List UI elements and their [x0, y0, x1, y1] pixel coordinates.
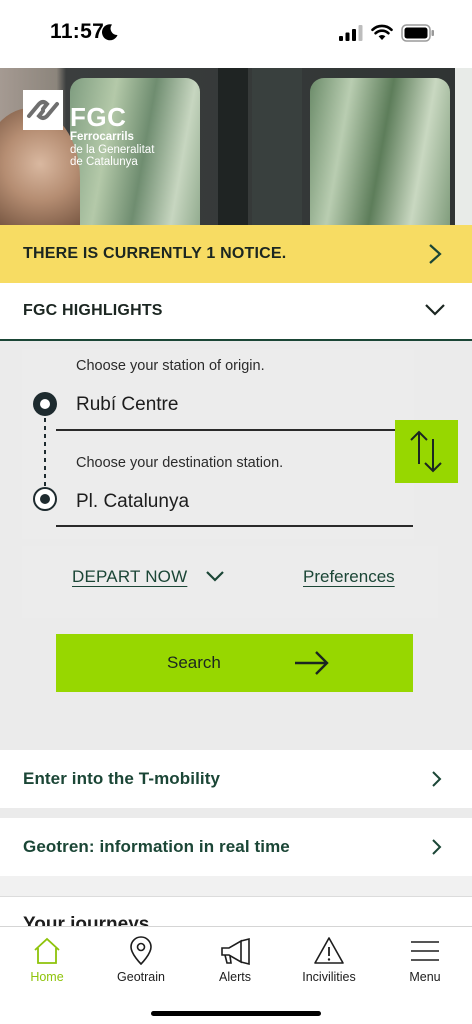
wifi-icon — [371, 24, 393, 40]
home-icon — [34, 937, 60, 964]
divider — [0, 896, 472, 897]
search-button[interactable]: Search — [56, 634, 413, 692]
tab-geotrain[interactable]: Geotrain — [94, 927, 188, 997]
search-button-label: Search — [167, 653, 221, 672]
chevron-down-icon[interactable] — [205, 570, 225, 582]
notice-text: THERE IS CURRENTLY 1 NOTICE. — [23, 245, 287, 262]
section-gap — [0, 876, 472, 896]
hero-banner: FGC Ferrocarrils de la Generalitat de Ca… — [0, 68, 472, 225]
logo-subtitle: Ferrocarrils de la Generalitat de Catalu… — [70, 131, 154, 169]
swap-stations-button[interactable] — [395, 420, 458, 483]
chevron-right-icon — [429, 244, 442, 264]
highlights-toggle[interactable]: FGC HIGHLIGHTS — [0, 283, 472, 341]
tab-home[interactable]: Home — [0, 927, 94, 997]
destination-input[interactable]: Pl. Catalunya — [76, 491, 189, 513]
logo-line1: Ferrocarrils — [70, 131, 134, 143]
battery-icon — [401, 24, 434, 42]
hamburger-icon — [411, 941, 439, 961]
origin-underline — [56, 429, 413, 431]
chevron-down-icon — [425, 304, 445, 316]
chevron-right-icon — [432, 771, 442, 787]
window-frame — [218, 68, 248, 225]
logo-line3: de Catalunya — [70, 156, 138, 168]
destination-underline — [56, 525, 413, 527]
cellular-signal-icon — [339, 25, 363, 41]
notice-banner[interactable]: THERE IS CURRENTLY 1 NOTICE. — [0, 225, 472, 283]
swap-arrows-icon — [410, 430, 442, 473]
logo-line2: de la Generalitat — [70, 143, 155, 156]
train-window-right — [310, 78, 450, 225]
tmobility-label: Enter into the T-mobility — [23, 769, 221, 788]
geotren-label: Geotren: information in real time — [23, 837, 290, 856]
window-frame — [455, 68, 472, 225]
depart-now-dropdown[interactable]: DEPART NOW — [72, 567, 187, 587]
tab-incivilities[interactable]: Incivilities — [282, 927, 376, 997]
origin-label: Choose your station of origin. — [76, 358, 265, 374]
tab-alerts-label: Alerts — [219, 970, 251, 984]
chevron-right-icon — [432, 839, 442, 855]
moon-icon — [101, 24, 118, 41]
geotren-link[interactable]: Geotren: information in real time — [0, 818, 472, 876]
route-connector — [44, 418, 46, 486]
tab-geotrain-label: Geotrain — [117, 970, 165, 984]
tab-menu-label: Menu — [409, 970, 441, 984]
home-indicator — [151, 1011, 321, 1016]
destination-label: Choose your destination station. — [76, 455, 284, 471]
tab-incivilities-label: Incivilities — [302, 970, 356, 984]
tab-home-label: Home — [30, 970, 64, 984]
status-time: 11:57 — [50, 20, 105, 43]
tmobility-link[interactable]: Enter into the T-mobility — [0, 750, 472, 808]
fgc-logo-mark — [23, 90, 63, 130]
origin-marker-icon — [33, 392, 57, 416]
highlights-title: FGC HIGHLIGHTS — [23, 302, 163, 319]
fgc-logo-text: FGC — [70, 102, 127, 132]
warning-icon — [314, 937, 344, 964]
arrow-right-icon — [295, 651, 329, 675]
tab-alerts[interactable]: Alerts — [188, 927, 282, 997]
megaphone-icon — [221, 937, 250, 966]
window-frame — [252, 68, 302, 225]
destination-marker-icon — [33, 487, 57, 511]
journey-planner: Choose your station of origin. Rubí Cent… — [0, 341, 472, 750]
tab-menu[interactable]: Menu — [378, 927, 472, 997]
origin-input[interactable]: Rubí Centre — [76, 394, 178, 416]
section-gap — [0, 808, 472, 818]
preferences-link[interactable]: Preferences — [303, 567, 395, 587]
status-bar: 11:57 — [0, 0, 472, 68]
bottom-tab-bar: Home Geotrain Alerts Incivilities Menu — [0, 926, 472, 1024]
location-pin-icon — [130, 936, 152, 966]
